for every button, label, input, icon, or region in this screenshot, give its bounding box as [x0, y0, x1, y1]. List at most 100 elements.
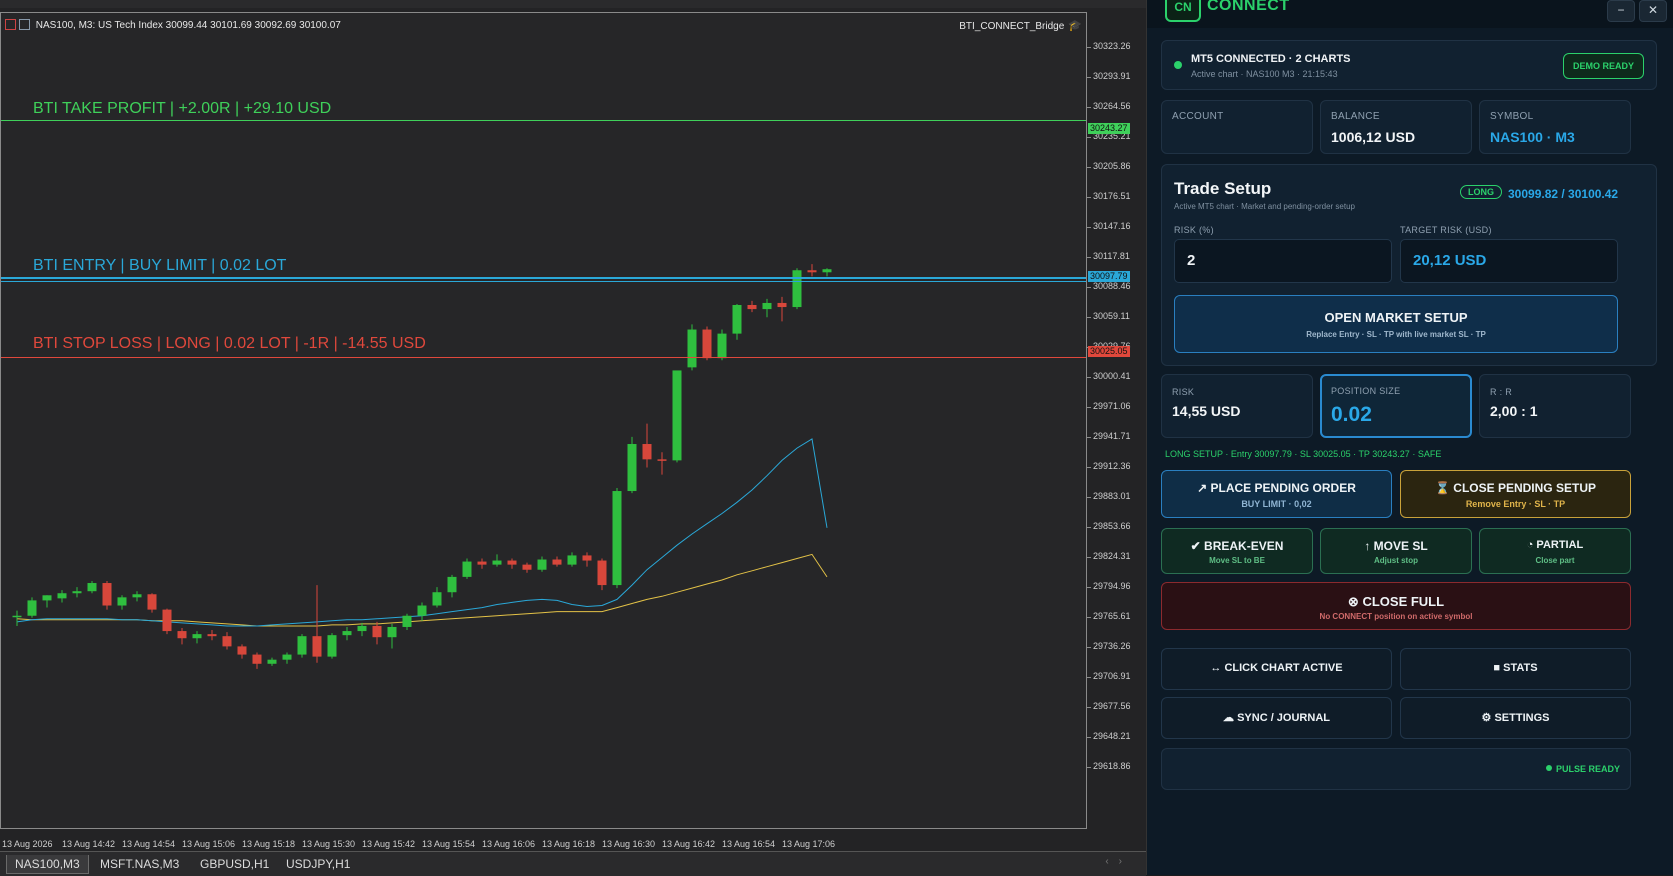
candle	[117, 595, 127, 610]
time-axis[interactable]: 13 Aug 2026 13 Aug 14:42 13 Aug 14:54 13 Au…	[0, 837, 1087, 851]
close-window-button[interactable]: ✕	[1639, 0, 1667, 22]
chart-header: NAS100, M3: US Tech Index 30099.44 30101…	[5, 19, 341, 31]
trade-setup-subtitle: Active MT5 chart · Market and pending-or…	[1174, 202, 1355, 211]
cloud-icon: ☁	[1223, 712, 1235, 724]
minimize-button[interactable]: −	[1607, 0, 1635, 22]
candle	[417, 602, 427, 621]
candle	[207, 630, 217, 641]
candle-body	[402, 615, 412, 627]
candle-body	[702, 329, 712, 359]
candle-body	[537, 559, 547, 570]
status-card: MT5 CONNECTED · 2 CHARTS Active chart · …	[1161, 40, 1657, 90]
risk-reward-value: 2,00 : 1	[1490, 403, 1538, 419]
tab-msft[interactable]: MSFT.NAS,M3	[92, 855, 187, 873]
tab-gbpusd[interactable]: GBPUSD,H1	[192, 855, 277, 873]
hourglass-icon: ⌛	[1435, 481, 1450, 495]
stats-button[interactable]: ■ STATS	[1400, 648, 1631, 690]
candle	[792, 268, 802, 310]
risk-percent-input[interactable]: 2	[1174, 239, 1392, 283]
sync-journal-label: SYNC / JOURNAL	[1237, 712, 1330, 724]
candle	[102, 580, 112, 610]
break-even-button[interactable]: ✔ BREAK-EVEN Move SL to BE	[1161, 528, 1313, 574]
tab-scroll-arrows[interactable]: ‹›	[1105, 856, 1132, 867]
candle-body	[192, 634, 202, 639]
click-chart-active-button[interactable]: ↔ CLICK CHART ACTIVE	[1161, 648, 1392, 690]
graduation-cap-icon[interactable]: 🎓	[1068, 20, 1082, 32]
price-axis[interactable]: 30323.26 30293.91 30264.56 30235.21 30205.86…	[1087, 20, 1146, 837]
status-dot-icon	[1174, 61, 1182, 69]
close-pending-setup-button[interactable]: ⌛ CLOSE PENDING SETUP Remove Entry · SL …	[1400, 470, 1631, 518]
place-pending-order-button[interactable]: ↗ PLACE PENDING ORDER BUY LIMIT · 0,02	[1161, 470, 1392, 518]
open-market-setup-button[interactable]: OPEN MARKET SETUP Replace Entry · SL · T…	[1174, 295, 1618, 353]
tab-nas100[interactable]: NAS100,M3	[6, 855, 89, 874]
position-size-value: 0.02	[1331, 403, 1372, 426]
entry-line[interactable]	[1, 277, 1086, 279]
chart-area[interactable]: BTI TAKE PROFIT | +2.00R | +29.10 USD BT…	[0, 12, 1087, 829]
setup-summary: LONG SETUP · Entry 30097.79 · SL 30025.0…	[1165, 449, 1442, 459]
candle-body	[582, 555, 592, 561]
time-tick: 13 Aug 14:54	[122, 839, 176, 849]
take-profit-line[interactable]	[1, 120, 1086, 121]
long-badge: LONG	[1460, 185, 1502, 199]
candle-body	[327, 635, 337, 657]
candle-body	[627, 444, 637, 492]
pulse-dot-icon	[1545, 765, 1552, 771]
candle-body	[462, 561, 472, 577]
candle	[327, 633, 337, 659]
move-sl-button[interactable]: ↑ MOVE SL Adjust stop	[1320, 528, 1472, 574]
candle	[657, 452, 667, 475]
candle-body	[597, 560, 607, 586]
sync-journal-button[interactable]: ☁ SYNC / JOURNAL	[1161, 697, 1392, 739]
candle	[237, 644, 247, 659]
trade-setup-title: Trade Setup	[1174, 179, 1272, 198]
candle-body	[747, 305, 757, 310]
candle-body	[507, 560, 517, 565]
chart-header-text: NAS100, M3: US Tech Index 30099.44 30101…	[35, 20, 341, 31]
chart-window-icon[interactable]	[19, 19, 30, 30]
price-tick: 30205.86	[1087, 161, 1131, 171]
arrow-up-icon: ↑	[1364, 539, 1371, 553]
risk-value: 14,55 USD	[1172, 403, 1241, 419]
candle	[252, 652, 262, 669]
tab-usdjpy[interactable]: USDJPY,H1	[278, 855, 358, 873]
candle-body	[792, 270, 802, 308]
stop-loss-line[interactable]	[1, 357, 1086, 358]
partial-close-button[interactable]: ◔ PARTIAL Close part	[1479, 528, 1631, 574]
arrow-up-right-icon: ↗	[1197, 481, 1208, 495]
candle-body	[297, 636, 307, 655]
pulse-footer: PULSE READY	[1161, 748, 1631, 790]
candle-body	[447, 576, 457, 593]
risk-label: RISK	[1172, 387, 1195, 397]
candle-body	[72, 591, 82, 594]
move-sl-sub: Adjust stop	[1374, 556, 1418, 565]
candle	[342, 626, 352, 641]
price-tick: 29677.56	[1087, 701, 1131, 711]
time-tick: 13 Aug 15:30	[302, 839, 356, 849]
price-tick: 30117.81	[1087, 251, 1130, 261]
stats-icon: ■	[1493, 662, 1501, 674]
candle	[732, 303, 742, 340]
candle	[162, 608, 172, 635]
candle	[477, 558, 487, 569]
time-tick: 13 Aug 16:30	[602, 839, 656, 849]
candle	[627, 436, 637, 494]
settings-button[interactable]: ⚙ SETTINGS	[1400, 697, 1631, 739]
candlestick-chart	[12, 264, 832, 669]
candle-body	[267, 659, 277, 664]
price-tick: 30059.11	[1087, 311, 1130, 321]
price-tick: 29765.61	[1087, 611, 1131, 621]
price-tick: 29971.06	[1087, 401, 1131, 411]
close-full-button[interactable]: ⊗ CLOSE FULL No CONNECT position on acti…	[1161, 582, 1631, 630]
price-tick: 29912.36	[1087, 461, 1131, 471]
candle-body	[162, 609, 172, 632]
candle-body	[822, 269, 832, 273]
candle-body	[87, 583, 97, 592]
candle	[27, 597, 37, 618]
connect-logo: CN	[1165, 0, 1201, 22]
price-tick: 29736.26	[1087, 641, 1131, 651]
chart-menu-icon[interactable]	[5, 19, 16, 30]
break-even-sub: Move SL to BE	[1209, 556, 1265, 565]
price-tick: 29824.31	[1087, 551, 1131, 561]
risk-reward-label: R : R	[1490, 387, 1513, 397]
target-risk-input[interactable]: 20,12 USD	[1400, 239, 1618, 283]
